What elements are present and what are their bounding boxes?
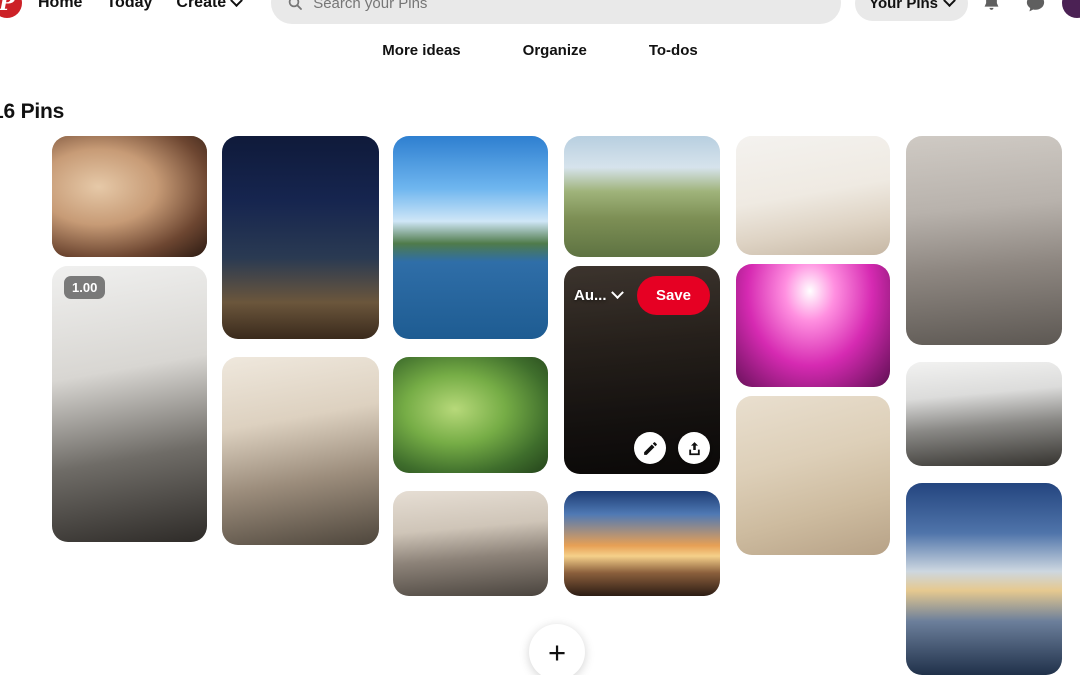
pin-image <box>906 362 1062 466</box>
tab-todos[interactable]: To-dos <box>637 34 710 67</box>
video-duration-badge: 1.00 <box>64 276 106 299</box>
pin-conference-speaker[interactable] <box>393 491 548 596</box>
nav-today-label: Today <box>106 0 153 11</box>
tab-organize-label: Organize <box>522 42 587 59</box>
create-pin-fab[interactable]: + <box>529 624 585 675</box>
pin-set-dining-table[interactable] <box>906 136 1062 345</box>
pin-image <box>564 136 720 257</box>
nav-today[interactable]: Today <box>94 0 164 20</box>
search-icon <box>288 0 303 10</box>
pin-image <box>52 136 207 257</box>
pin-two-women-kiss[interactable] <box>52 136 207 257</box>
pin-flower-garden[interactable] <box>393 357 548 473</box>
tab-more-ideas[interactable]: More ideas <box>370 34 472 67</box>
pin-paddleboarder-river[interactable] <box>393 136 548 339</box>
tab-organize[interactable]: Organize <box>511 34 599 67</box>
pin-image <box>393 136 548 339</box>
pin-hover-bottom-actions <box>574 432 710 464</box>
pin-woman-swimsuit-hovered[interactable]: Au... Save <box>564 266 720 474</box>
board-subnav: More ideas Organize To-dos <box>0 28 1080 73</box>
your-pins-label: Your Pins <box>869 0 938 12</box>
speech-bubble-icon <box>1026 0 1044 11</box>
pin-woman-by-window[interactable] <box>222 357 379 545</box>
nav-create-label: Create <box>176 0 227 11</box>
nav-create[interactable]: Create <box>164 0 253 20</box>
edit-pin-button[interactable] <box>634 432 666 464</box>
pin-two-women-meeting[interactable] <box>906 362 1062 466</box>
pin-image <box>564 491 720 596</box>
notifications-button[interactable] <box>970 0 1012 24</box>
pencil-icon <box>643 441 657 455</box>
pin-image <box>52 266 207 542</box>
nav-right-cluster: Your Pins <box>855 0 1080 24</box>
chevron-down-icon <box>943 0 956 7</box>
search-bar[interactable]: Search your Pins <box>271 0 842 24</box>
share-pin-button[interactable] <box>678 432 710 464</box>
pin-hover-top-actions: Au... Save <box>574 276 710 315</box>
board-select-dropdown[interactable]: Au... <box>574 286 624 304</box>
pin-image <box>393 491 548 596</box>
pin-image <box>222 357 379 545</box>
pin-harbor-sunset-boats[interactable] <box>906 483 1062 675</box>
your-pins-dropdown[interactable]: Your Pins <box>855 0 968 21</box>
top-navigation-bar: P Home Today Create Search your Pins You… <box>0 0 1080 28</box>
pinterest-profile-pins-page: P Home Today Create Search your Pins You… <box>0 0 1080 675</box>
pinterest-logo[interactable]: P <box>0 0 26 22</box>
tab-more-ideas-label: More ideas <box>382 42 461 59</box>
pin-image <box>736 396 890 555</box>
pin-moving-boxes-room[interactable] <box>736 136 890 255</box>
pin-beach-chairs-sunset[interactable] <box>564 491 720 596</box>
pin-image <box>736 136 890 255</box>
pin-marsh-landscape[interactable] <box>564 136 720 257</box>
pins-masonry-grid: 1.00 Au... Save <box>0 0 1080 675</box>
pin-evening-porch-drink[interactable] <box>222 136 379 339</box>
share-upload-icon <box>688 441 700 455</box>
nav-home-label: Home <box>38 0 83 11</box>
tab-todos-label: To-dos <box>648 42 698 59</box>
plus-icon: + <box>547 634 567 670</box>
save-button[interactable]: Save <box>636 276 710 315</box>
pin-image <box>222 136 379 339</box>
board-select-label: Au... <box>574 287 607 304</box>
chevron-down-icon <box>610 286 624 300</box>
chevron-down-icon <box>230 0 244 7</box>
search-input[interactable]: Search your Pins <box>313 0 427 12</box>
user-avatar[interactable] <box>1062 0 1080 18</box>
nav-home[interactable]: Home <box>26 0 94 20</box>
pin-image <box>393 357 548 473</box>
pin-image <box>906 483 1062 675</box>
messages-button[interactable] <box>1014 0 1056 24</box>
pin-video-woman-talking[interactable]: 1.00 <box>52 266 207 542</box>
pinterest-p-logo-icon: P <box>0 0 22 18</box>
pin-image <box>906 136 1062 345</box>
pin-image <box>736 264 890 387</box>
pin-concert-pink-lights[interactable] <box>736 264 890 387</box>
bell-icon <box>984 0 998 10</box>
pin-woman-bicycle-beach[interactable] <box>736 396 890 555</box>
